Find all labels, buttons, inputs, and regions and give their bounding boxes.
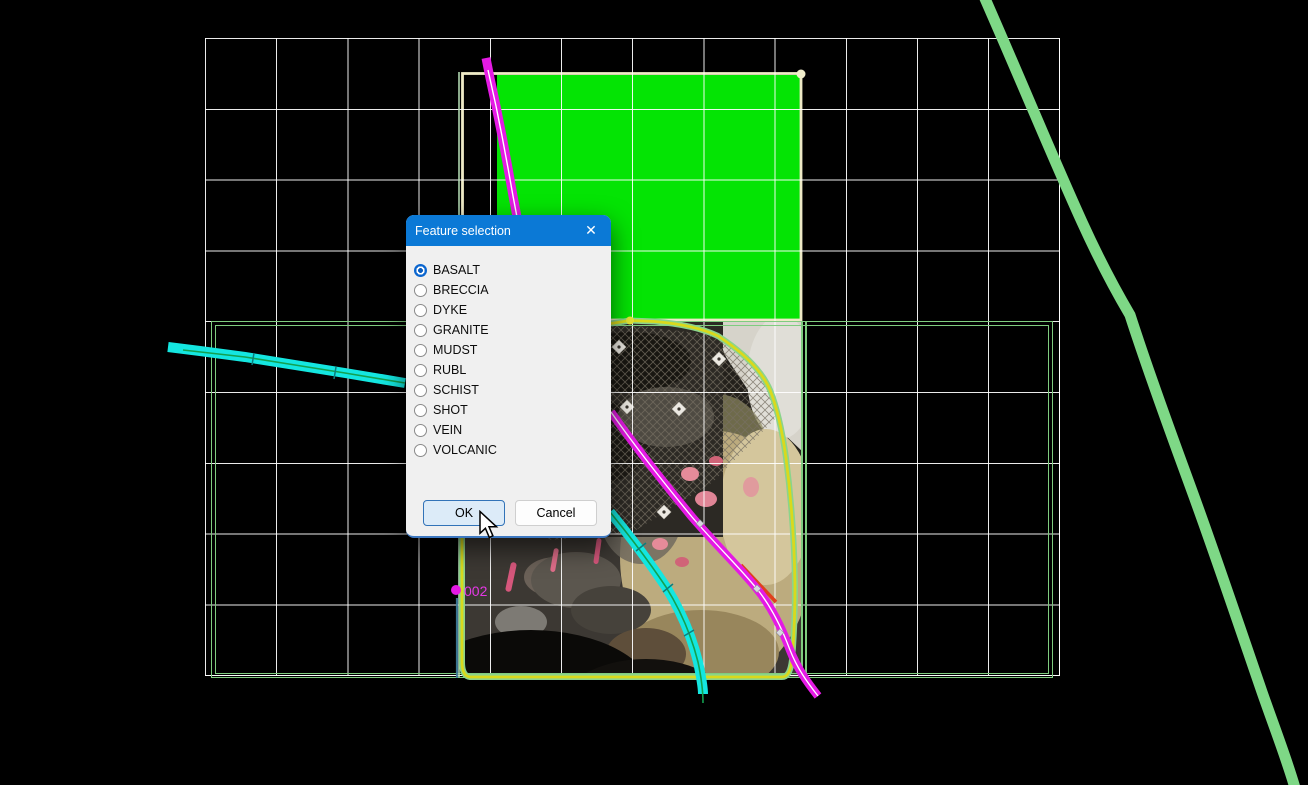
radio-option-label: SCHIST bbox=[433, 383, 479, 397]
mouse-cursor-icon bbox=[478, 510, 500, 540]
radio-option[interactable]: BASALT bbox=[414, 260, 611, 280]
radio-option-label: VEIN bbox=[433, 423, 462, 437]
point-label-group: 002 bbox=[451, 583, 488, 599]
radio-option-label: BRECCIA bbox=[433, 283, 489, 297]
radio-button-icon bbox=[414, 384, 427, 397]
cyan-feature-line-left[interactable] bbox=[168, 347, 405, 383]
magenta-feature-line-top[interactable] bbox=[486, 58, 517, 217]
dialog-title: Feature selection bbox=[415, 224, 580, 238]
radio-button-icon bbox=[414, 344, 427, 357]
radio-option-label: BASALT bbox=[433, 263, 480, 277]
point-marker-dot bbox=[451, 585, 461, 595]
dialog-titlebar[interactable]: Feature selection ✕ bbox=[406, 215, 611, 246]
diagonal-feature-line[interactable] bbox=[983, 0, 1295, 785]
radio-option[interactable]: BRECCIA bbox=[414, 280, 611, 300]
radio-button-icon bbox=[414, 404, 427, 417]
radio-option[interactable]: DYKE bbox=[414, 300, 611, 320]
face-outline-vertex-dot bbox=[626, 317, 634, 325]
radio-option[interactable]: RUBL bbox=[414, 360, 611, 380]
radio-option-label: VOLCANIC bbox=[433, 443, 497, 457]
cancel-button[interactable]: Cancel bbox=[515, 500, 597, 526]
radio-option[interactable]: VEIN bbox=[414, 420, 611, 440]
radio-option[interactable]: SCHIST bbox=[414, 380, 611, 400]
radio-button-icon bbox=[414, 304, 427, 317]
radio-option-label: SHOT bbox=[433, 403, 468, 417]
dialog-button-row: OK Cancel bbox=[423, 500, 597, 526]
radio-button-icon bbox=[414, 424, 427, 437]
feature-lines-layer: 002 bbox=[0, 0, 1308, 785]
radio-button-icon bbox=[414, 324, 427, 337]
radio-option-label: DYKE bbox=[433, 303, 467, 317]
radio-option[interactable]: GRANITE bbox=[414, 320, 611, 340]
app-canvas[interactable]: 002 Feature selection ✕ BASALT BRECCIA D… bbox=[0, 0, 1308, 785]
radio-option[interactable]: VOLCANIC bbox=[414, 440, 611, 460]
radio-option-label: RUBL bbox=[433, 363, 466, 377]
radio-button-icon bbox=[414, 444, 427, 457]
radio-button-icon bbox=[414, 264, 427, 277]
feature-selection-dialog: Feature selection ✕ BASALT BRECCIA DYKE … bbox=[406, 215, 611, 538]
radio-button-icon bbox=[414, 364, 427, 377]
radio-option[interactable]: SHOT bbox=[414, 400, 611, 420]
point-label: 002 bbox=[464, 583, 488, 599]
feature-option-list: BASALT BRECCIA DYKE GRANITE MUDST RUBL bbox=[406, 246, 611, 460]
radio-button-icon bbox=[414, 284, 427, 297]
radio-option-label: MUDST bbox=[433, 343, 477, 357]
radio-option[interactable]: MUDST bbox=[414, 340, 611, 360]
close-icon[interactable]: ✕ bbox=[580, 220, 602, 242]
radio-option-label: GRANITE bbox=[433, 323, 489, 337]
